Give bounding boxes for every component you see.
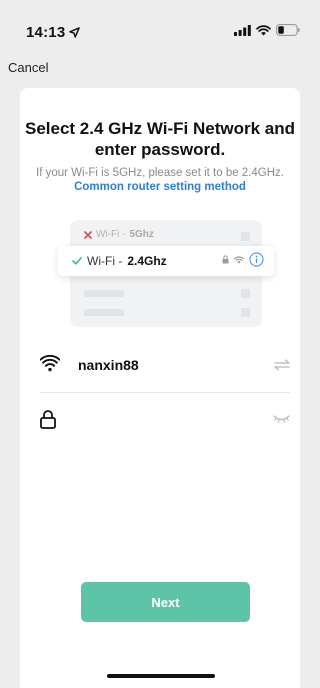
password-field[interactable] (40, 400, 290, 440)
next-button[interactable]: Next (81, 582, 250, 622)
wifi-icon (256, 24, 271, 36)
illustration-24ghz-band: 2.4Ghz (127, 254, 167, 268)
field-divider (40, 392, 290, 393)
illustration-24ghz-label: Wi-Fi - 2.4Ghz (72, 254, 167, 268)
eye-closed-icon[interactable] (273, 414, 290, 424)
status-bar: 14:13 (0, 0, 320, 60)
info-icon (249, 252, 264, 267)
illustration-placeholder-square (241, 289, 250, 298)
illustration-placeholder-square (241, 308, 250, 317)
illustration-24ghz-prefix: Wi-Fi - (87, 254, 123, 268)
status-time: 14:13 (26, 24, 81, 41)
illustration-row-24ghz: Wi-Fi - 2.4Ghz (58, 246, 274, 276)
lock-icon (40, 410, 56, 429)
content-card: Select 2.4 GHz Wi-Fi Network and enter p… (20, 88, 300, 688)
battery-icon (276, 24, 300, 36)
password-input[interactable] (78, 408, 258, 432)
illustration-5ghz-band: 5Ghz (129, 229, 154, 240)
wifi-ssid-value[interactable]: nanxin88 (78, 357, 139, 373)
illustration-placeholder-square (241, 232, 250, 241)
status-icons (234, 24, 300, 36)
illustration-row-5ghz: Wi-Fi - 5Ghz (84, 229, 154, 240)
cross-icon (84, 230, 92, 239)
illustration-5ghz-prefix: Wi-Fi - (96, 229, 126, 240)
cellular-signal-icon (234, 24, 251, 36)
switch-arrows-icon[interactable] (274, 359, 290, 371)
page-subtitle: If your Wi-Fi is 5GHz, please set it to … (36, 166, 284, 194)
cancel-button[interactable]: Cancel (8, 60, 48, 75)
illustration-placeholder-bar (84, 309, 124, 316)
page-title: Select 2.4 GHz Wi-Fi Network and enter p… (24, 119, 296, 159)
check-icon (72, 257, 82, 265)
wifi-network-field[interactable]: nanxin88 (40, 345, 290, 385)
wifi-icon (40, 355, 60, 372)
wifi-band-illustration: Wi-Fi - 5Ghz Wi-Fi - 2.4Ghz (58, 220, 274, 327)
location-arrow-icon (69, 27, 81, 38)
router-setting-link[interactable]: Common router setting method (74, 181, 246, 193)
subtitle-text: If your Wi-Fi is 5GHz, please set it to … (36, 167, 284, 179)
illustration-placeholder-bar (84, 290, 124, 297)
status-time-text: 14:13 (26, 24, 66, 41)
home-indicator (107, 674, 215, 678)
small-wifi-icon (234, 256, 244, 263)
small-lock-icon (222, 255, 229, 264)
illustration-24ghz-icons (222, 252, 264, 267)
